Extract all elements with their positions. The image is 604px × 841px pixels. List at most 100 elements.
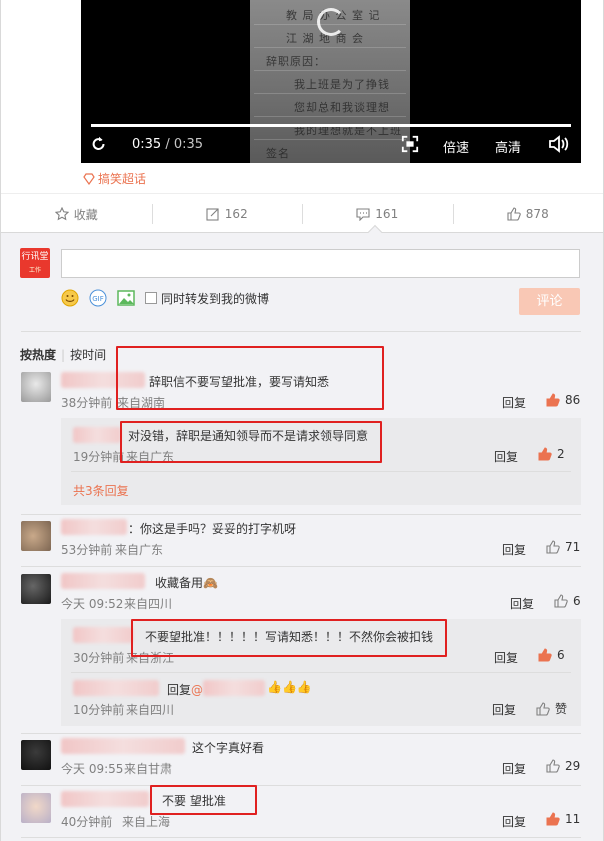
logo-subtext: 工作 (28, 267, 41, 274)
divider (21, 733, 581, 734)
divider (71, 471, 571, 472)
reply-button[interactable]: 回复 (502, 394, 526, 411)
divider (21, 837, 581, 838)
username-blurred[interactable] (61, 738, 185, 754)
avatar[interactable] (21, 793, 51, 823)
like-count: 6 (573, 594, 581, 608)
username-blurred[interactable] (61, 573, 145, 589)
gif-icon[interactable]: GIF (89, 289, 107, 307)
fullscreen-icon[interactable] (401, 135, 419, 153)
speed-button[interactable]: 倍速 (443, 137, 469, 156)
divider (71, 672, 571, 673)
avatar[interactable] (21, 372, 51, 402)
sort-tabs: 按热度 | 按时间 (20, 346, 106, 363)
video-progress-bar[interactable] (91, 124, 571, 127)
reply-button[interactable]: 回复 (494, 649, 518, 666)
comment-like-button[interactable]: 71 (546, 540, 580, 554)
comment-time: 40分钟前 (61, 815, 113, 829)
reply-button[interactable]: 回复 (494, 448, 518, 465)
username-blurred[interactable] (61, 791, 149, 807)
divider (21, 785, 581, 786)
avatar[interactable]: 行讯堂 工作 (20, 248, 50, 278)
comment-like-button[interactable]: 86 (546, 393, 580, 407)
video-time: 0:35 / 0:35 (132, 137, 203, 152)
repost-icon (206, 208, 219, 221)
like-count: 71 (565, 540, 581, 554)
avatar[interactable] (21, 740, 51, 770)
repost-button[interactable]: 162 (151, 196, 303, 232)
comment-like-button[interactable]: 6 (538, 648, 565, 662)
comment-time: 今天 09:52 (61, 597, 124, 611)
reply-button[interactable]: 回复 (502, 760, 526, 777)
more-replies-link[interactable]: 共3条回复 (73, 482, 129, 499)
thumbs-up-icon (546, 812, 560, 826)
sort-divider: | (61, 348, 66, 362)
comment-source: 来自上海 (122, 815, 171, 829)
time-current: 0:35 (132, 137, 162, 152)
avatar[interactable] (21, 574, 51, 604)
comment-like-button[interactable]: 11 (546, 812, 580, 826)
comment-time: 53分钟前 (61, 543, 113, 557)
video-player[interactable]: 教 局 办 公 室 记 江 湖 地 商 会 辞职原因： 我上班是为了挣钱 您却总… (81, 0, 581, 163)
loading-spinner-icon (317, 8, 345, 36)
sync-checkbox[interactable] (145, 292, 157, 304)
username-blurred[interactable] (203, 680, 265, 696)
like-count: 2 (557, 447, 565, 461)
comment-icon (356, 208, 370, 221)
comment-input[interactable] (61, 249, 580, 278)
divider (21, 566, 581, 567)
username-blurred[interactable] (73, 427, 121, 443)
topic-tag[interactable]: 搞笑超话 (83, 170, 146, 187)
mention-link[interactable]: @ (191, 683, 203, 697)
comment-text: ：你这是手吗？妥妥的打字机呀 (128, 522, 297, 536)
sub-comment-time: 10分钟前 (73, 703, 125, 717)
sub-comment-text: 回复@ (167, 681, 203, 698)
sort-time-tab[interactable]: 按时间 (70, 348, 106, 362)
logo-text: 行讯堂 (21, 252, 49, 262)
submit-comment-button[interactable]: 评论 (519, 288, 580, 315)
username-blurred[interactable] (73, 627, 133, 643)
divider (1, 193, 603, 194)
favorite-button[interactable]: 收藏 (1, 196, 152, 232)
reply-button[interactable]: 回复 (502, 813, 526, 830)
reply-button[interactable]: 回复 (502, 541, 526, 558)
composer-tools: GIF 同时转发到我的微博 (61, 289, 269, 307)
comment-like-button[interactable]: 2 (538, 447, 565, 461)
avatar[interactable] (21, 521, 51, 551)
username-blurred[interactable] (73, 680, 159, 696)
like-count: 6 (557, 648, 565, 662)
like-count: 878 (525, 207, 549, 221)
volume-icon[interactable] (548, 135, 570, 153)
sub-comment-source: 来自四川 (126, 703, 175, 717)
comment-count: 161 (375, 207, 399, 221)
comment-time: 38分钟前 (61, 396, 113, 410)
replay-icon[interactable] (90, 135, 108, 153)
like-button[interactable]: 878 (452, 196, 604, 232)
repost-count: 162 (224, 207, 248, 221)
favorite-label: 收藏 (73, 207, 98, 222)
comment-like-button[interactable]: 29 (546, 759, 580, 773)
comment-like-button[interactable]: 6 (554, 594, 581, 608)
sub-comment-time: 30分钟前 (73, 651, 125, 665)
svg-text:GIF: GIF (92, 295, 104, 303)
like-count: 赞 (555, 702, 568, 716)
like-count: 29 (565, 759, 581, 773)
reply-button[interactable]: 回复 (510, 595, 534, 612)
quality-button[interactable]: 高清 (495, 137, 521, 156)
thumbs-up-icon (546, 540, 560, 554)
highlight-box (116, 346, 384, 410)
reply-button[interactable]: 回复 (492, 701, 516, 718)
comment-like-button[interactable]: 赞 (536, 700, 567, 717)
thumbs-up-icon (507, 207, 521, 221)
comment-text: 收藏备用🙈 (155, 576, 218, 590)
sort-hot-tab[interactable]: 按热度 (20, 348, 56, 362)
divider (21, 331, 581, 332)
topic-tag-label: 搞笑超话 (98, 172, 147, 186)
username-blurred[interactable] (61, 519, 127, 535)
thumbs-up-icon (554, 594, 568, 608)
reply-emoji: 👍👍👍 (267, 680, 312, 694)
emoji-icon[interactable] (61, 289, 79, 307)
video-controls: 0:35 / 0:35 倍速 高清 (81, 132, 581, 158)
image-icon[interactable] (117, 289, 135, 307)
thumbs-up-icon (538, 447, 552, 461)
